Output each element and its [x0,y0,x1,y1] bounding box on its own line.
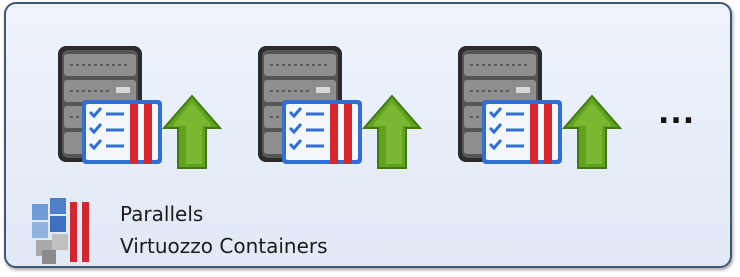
server-node [452,44,632,184]
more-ellipsis: ... [658,96,696,131]
up-arrow-icon [561,94,623,169]
server-node [52,44,232,184]
server-node-graphic [258,46,423,169]
checklist-icon [482,100,562,164]
checklist-icon [282,100,362,164]
product-name: Virtuozzo Containers [120,234,328,258]
brand-name: Parallels [120,202,204,226]
server-node [252,44,432,184]
server-node-graphic [458,46,623,169]
virtuozzo-panel: ... Parallels Virtuozzo Containers [4,2,732,268]
brand-block: Parallels Virtuozzo Containers [30,196,430,266]
checklist-icon [82,100,162,164]
up-arrow-icon [361,94,423,169]
server-node-graphic [58,46,223,169]
up-arrow-icon [161,94,223,169]
parallels-logo-icon [32,198,89,264]
